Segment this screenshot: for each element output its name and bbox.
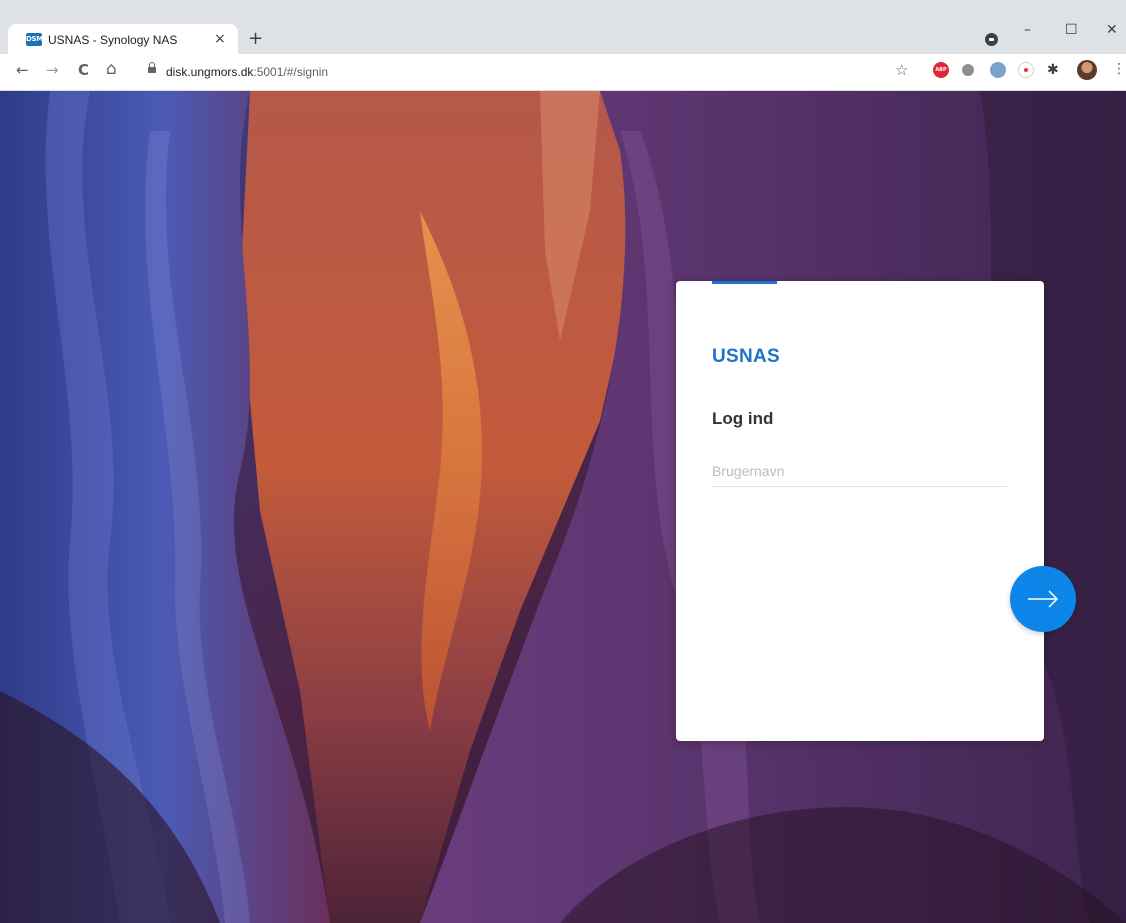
chat-extension-icon[interactable] — [962, 64, 974, 76]
login-heading: Log ind — [712, 409, 774, 428]
browser-tab[interactable]: DSM USNAS - Synology NAS × — [8, 24, 238, 56]
new-tab-button[interactable]: + — [248, 28, 263, 49]
signin-page: USNAS Log ind — [0, 91, 1126, 923]
browser-toolbar: ← → C ⌂ disk.ungmors.dk:5001/#/signin — [0, 54, 1126, 91]
extensions-puzzle-icon[interactable]: ✱ — [1047, 62, 1059, 78]
arrow-right-icon — [1028, 590, 1059, 608]
window-close-button[interactable]: ✕ — [1106, 22, 1118, 38]
user-avatar[interactable] — [1077, 60, 1097, 80]
forward-button[interactable]: → — [46, 61, 59, 79]
address-bar[interactable]: disk.ungmors.dk:5001/#/signin — [142, 58, 922, 86]
bookmark-star-icon[interactable]: ☆ — [895, 61, 908, 79]
record-extension-icon[interactable] — [1018, 62, 1034, 78]
synology-favicon-icon: DSM — [26, 33, 43, 46]
home-button[interactable]: ⌂ — [106, 59, 117, 79]
reload-button[interactable]: C — [78, 61, 89, 79]
login-card: USNAS Log ind — [676, 281, 1044, 741]
lock-icon[interactable] — [148, 62, 156, 73]
url-text: disk.ungmors.dk:5001/#/signin — [166, 65, 328, 79]
tab-title: USNAS - Synology NAS — [48, 33, 178, 47]
opera-extension-icon[interactable] — [990, 62, 1006, 78]
card-accent-bar — [712, 281, 777, 284]
url-path: :5001/#/signin — [253, 65, 329, 79]
window-minimize-button[interactable]: – — [1024, 22, 1031, 38]
tab-close-icon[interactable]: × — [214, 31, 226, 47]
username-input[interactable] — [712, 456, 1007, 487]
window-maximize-button[interactable]: ☐ — [1065, 22, 1078, 38]
browser-profile-icon[interactable] — [985, 33, 998, 46]
browser-menu-icon[interactable]: ⋮ — [1112, 61, 1126, 77]
adblock-plus-extension-icon[interactable]: ABP — [933, 62, 949, 78]
browser-tab-bar: DSM USNAS - Synology NAS × + – ☐ ✕ — [0, 0, 1126, 56]
next-button[interactable] — [1010, 566, 1076, 632]
nas-brand-title: USNAS — [712, 346, 781, 367]
back-button[interactable]: ← — [16, 61, 29, 79]
url-host: disk.ungmors.dk — [166, 65, 254, 79]
